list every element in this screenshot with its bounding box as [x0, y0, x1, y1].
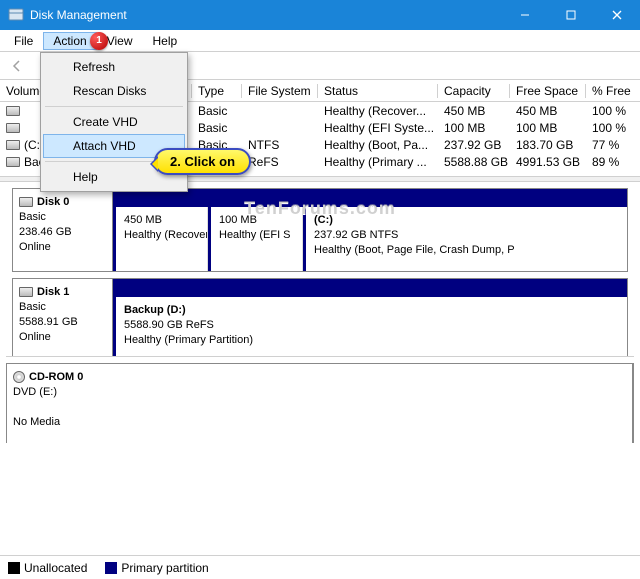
disk-0-section[interactable]: Disk 0 Basic 238.46 GB Online 450 MBHeal…	[12, 188, 628, 272]
menu-item-rescan[interactable]: Rescan Disks	[43, 79, 185, 103]
menu-file[interactable]: File	[4, 32, 43, 50]
col-status[interactable]: Status	[318, 84, 438, 98]
col-capacity[interactable]: Capacity	[438, 84, 510, 98]
col-filesystem[interactable]: File System	[242, 84, 318, 98]
col-pctfree[interactable]: % Free	[586, 84, 636, 98]
cdrom-section[interactable]: CD-ROM 0 DVD (E:) No Media	[6, 363, 634, 443]
app-title: Disk Management	[30, 8, 127, 22]
menu-action[interactable]: Action	[43, 32, 96, 50]
swatch-primary	[105, 562, 117, 574]
minimize-button[interactable]	[502, 0, 548, 30]
disk-0-info: Disk 0 Basic 238.46 GB Online	[13, 189, 113, 271]
menu-separator	[45, 106, 183, 107]
menu-item-create-vhd[interactable]: Create VHD	[43, 110, 185, 134]
disk-1-section[interactable]: Disk 1 Basic 5588.91 GB Online Backup (D…	[12, 278, 628, 357]
volume-icon	[6, 140, 20, 150]
volume-icon	[6, 157, 20, 167]
annotation-step-2: 2. Click on	[154, 148, 251, 175]
disk-1-info: Disk 1 Basic 5588.91 GB Online	[13, 279, 113, 357]
col-type[interactable]: Type	[192, 84, 242, 98]
partition[interactable]: 450 MBHealthy (Recovery	[113, 207, 208, 271]
cdrom-icon	[13, 371, 25, 383]
col-free[interactable]: Free Space	[510, 84, 586, 98]
back-button[interactable]	[6, 55, 28, 77]
app-icon	[8, 7, 24, 23]
maximize-button[interactable]	[548, 0, 594, 30]
volume-icon	[6, 106, 20, 116]
cdrom-info: CD-ROM 0 DVD (E:) No Media	[7, 364, 633, 443]
partition-header-bar	[113, 279, 627, 297]
partition[interactable]: Backup (D:)5588.90 GB ReFSHealthy (Prima…	[113, 297, 627, 357]
close-button[interactable]	[594, 0, 640, 30]
menu-item-refresh[interactable]: Refresh	[43, 55, 185, 79]
disk-icon	[19, 197, 33, 207]
partition-header-bar	[113, 189, 627, 207]
disk-icon	[19, 287, 33, 297]
swatch-unallocated	[8, 562, 20, 574]
partition[interactable]: 100 MBHealthy (EFI S	[208, 207, 303, 271]
annotation-step-1: 1	[90, 32, 108, 50]
menu-help[interactable]: Help	[143, 32, 188, 50]
volume-icon	[6, 123, 20, 133]
legend: Unallocated Primary partition	[0, 555, 640, 579]
partition[interactable]: (C:)237.92 GB NTFSHealthy (Boot, Page Fi…	[303, 207, 627, 271]
title-bar: Disk Management	[0, 0, 640, 30]
